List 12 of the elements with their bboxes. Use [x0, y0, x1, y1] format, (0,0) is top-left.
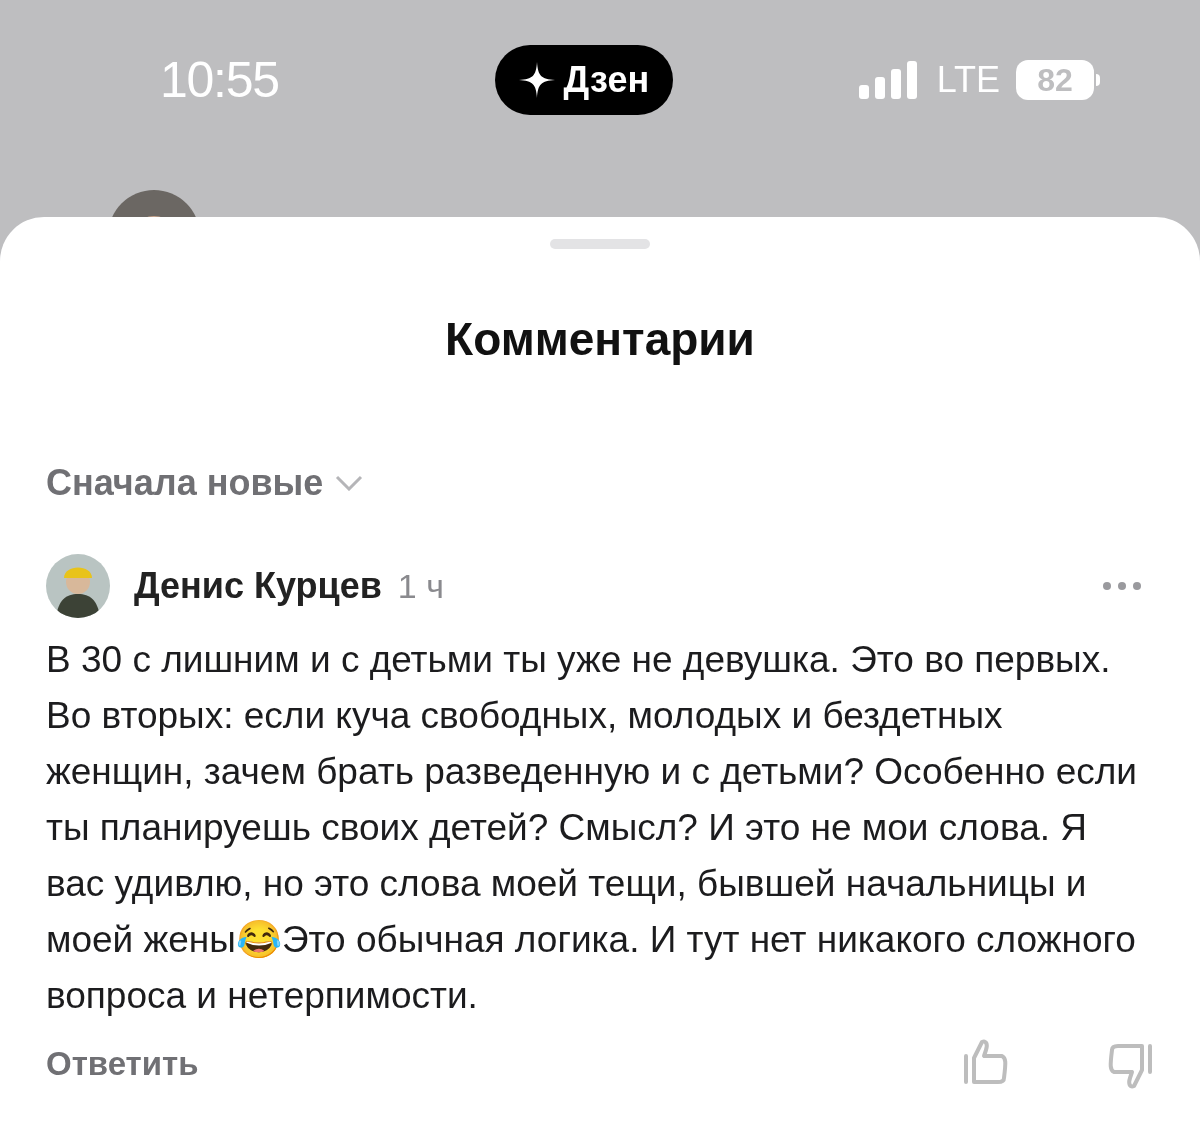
chevron-down-icon	[335, 475, 364, 491]
clock: 10:55	[160, 50, 280, 110]
more-icon[interactable]	[1102, 581, 1142, 591]
drag-handle[interactable]	[550, 239, 650, 249]
author-name[interactable]: Денис Курцев	[134, 559, 382, 613]
app-pill: Дзен	[495, 45, 674, 115]
sort-dropdown[interactable]: Сначала новые	[46, 456, 364, 510]
reply-button[interactable]: Ответить	[46, 1039, 199, 1089]
comment-text: В 30 с лишним и с детьми ты уже не девушка. Это во первых. Во вторых: если куча свободных, молодых и бездетных женщин, зачем брать разведенную и с детьми? Особенно если ты планируешь своих детей? Смысл? И это не мои слова. Я вас удивлю, но это слова моей тещи, бывшей начальницы и моей жены😂Это обычная логика. И тут нет никакого сложного вопроса и нетерпимости.	[46, 638, 1138, 1018]
comment-time: 1 ч	[397, 565, 444, 607]
sheet-title: Комментарии	[445, 312, 755, 367]
network-label: LTE	[936, 58, 1000, 102]
